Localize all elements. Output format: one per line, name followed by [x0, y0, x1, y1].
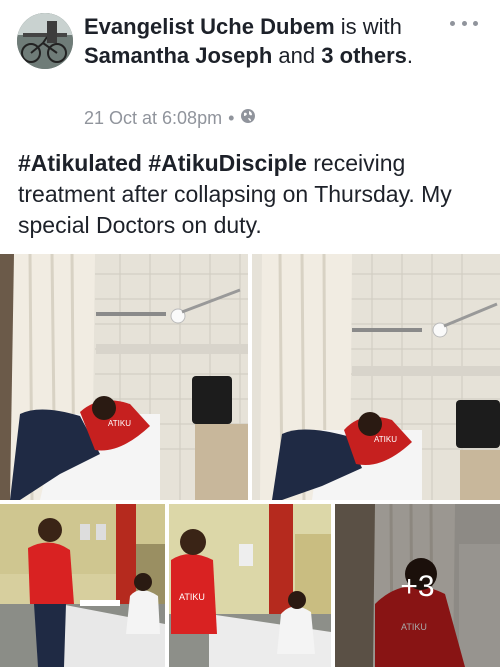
others-link[interactable]: 3 others — [321, 43, 407, 68]
others-word: others — [339, 43, 407, 68]
post-text: #Atikulated #AtikuDisciple receiving tre… — [18, 148, 488, 241]
period: . — [406, 43, 413, 68]
photo-2[interactable]: ATIKU — [252, 254, 500, 500]
and-text: and — [278, 43, 316, 68]
post-timestamp[interactable]: 21 Oct at 6:08pm — [84, 108, 222, 129]
photo-5[interactable]: ATIKU +3 — [335, 504, 500, 667]
more-photos-overlay[interactable]: +3 — [335, 504, 500, 667]
more-options-icon[interactable] — [450, 16, 478, 30]
post-header: Evangelist Uche Dubem is with Samantha J… — [0, 0, 500, 140]
photo-3[interactable] — [0, 504, 165, 667]
svg-text:ATIKU: ATIKU — [108, 419, 131, 428]
more-photos-count: +3 — [400, 570, 435, 603]
hashtag-atikudisciple[interactable]: #AtikuDisciple — [148, 150, 307, 176]
photo-1[interactable]: ATIKU — [0, 254, 248, 500]
post-meta: 21 Oct at 6:08pm • — [84, 108, 256, 129]
globe-icon[interactable] — [240, 108, 256, 129]
others-count: 3 — [321, 43, 334, 68]
is-with-text: is with — [340, 14, 402, 39]
hashtag-atikulated[interactable]: #Atikulated — [18, 150, 142, 176]
meta-separator: • — [228, 108, 235, 128]
author-name[interactable]: Evangelist Uche Dubem — [84, 14, 335, 39]
photo-4[interactable]: ATIKU — [169, 504, 331, 667]
post-author-line: Evangelist Uche Dubem is with Samantha J… — [84, 12, 444, 70]
svg-text:ATIKU: ATIKU — [374, 435, 397, 444]
svg-text:ATIKU: ATIKU — [179, 592, 205, 602]
tagged-person[interactable]: Samantha Joseph — [84, 43, 272, 68]
author-avatar[interactable] — [17, 13, 73, 69]
